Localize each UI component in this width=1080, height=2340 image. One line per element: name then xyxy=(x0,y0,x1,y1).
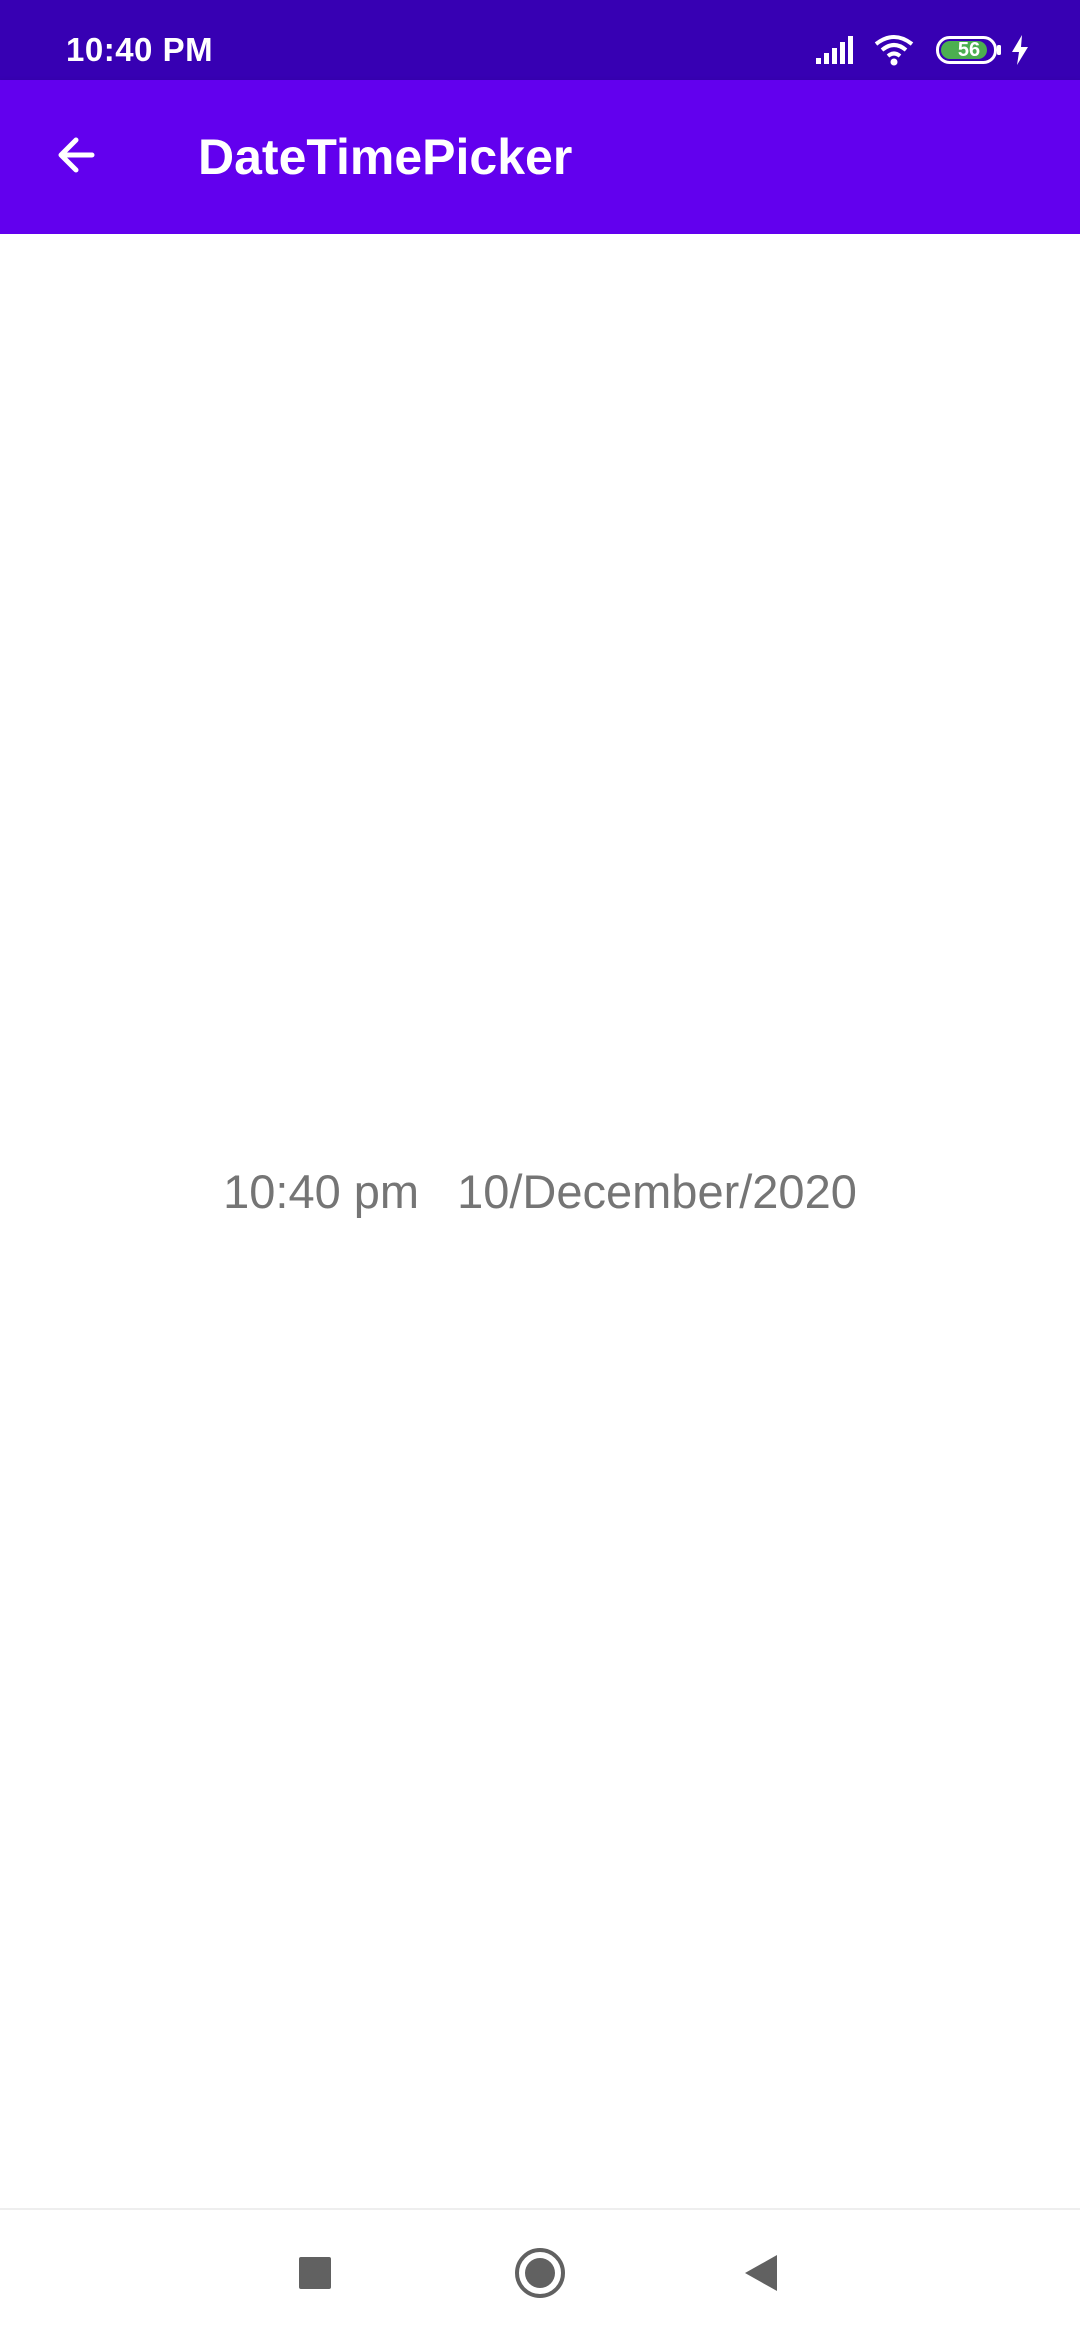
charging-icon xyxy=(1010,35,1030,65)
status-bar: 10:40 PM 56 xyxy=(0,0,1080,80)
app-bar: DateTimePicker xyxy=(0,80,1080,234)
home-circle-icon xyxy=(514,2247,566,2304)
back-button[interactable] xyxy=(32,113,120,201)
battery-icon: 56 xyxy=(936,36,1002,64)
arrow-back-icon xyxy=(52,131,100,184)
main-content: 10:40 pm 10/December/2020 xyxy=(0,234,1080,2209)
datetime-display: 10:40 pm 10/December/2020 xyxy=(0,1164,1080,1219)
page-title: DateTimePicker xyxy=(198,129,573,185)
back-nav-button[interactable] xyxy=(720,2235,800,2315)
battery-level-text: 56 xyxy=(957,39,981,61)
wifi-icon xyxy=(874,34,914,66)
signal-icon xyxy=(816,36,858,64)
status-icons: 56 xyxy=(816,30,1030,70)
recents-button[interactable] xyxy=(275,2235,355,2315)
home-button[interactable] xyxy=(500,2235,580,2315)
recents-square-icon xyxy=(298,2256,332,2295)
selected-time-text[interactable]: 10:40 pm xyxy=(223,1164,419,1219)
back-triangle-icon xyxy=(741,2253,779,2298)
system-nav-bar xyxy=(0,2208,1080,2340)
selected-date-text[interactable]: 10/December/2020 xyxy=(457,1164,857,1219)
